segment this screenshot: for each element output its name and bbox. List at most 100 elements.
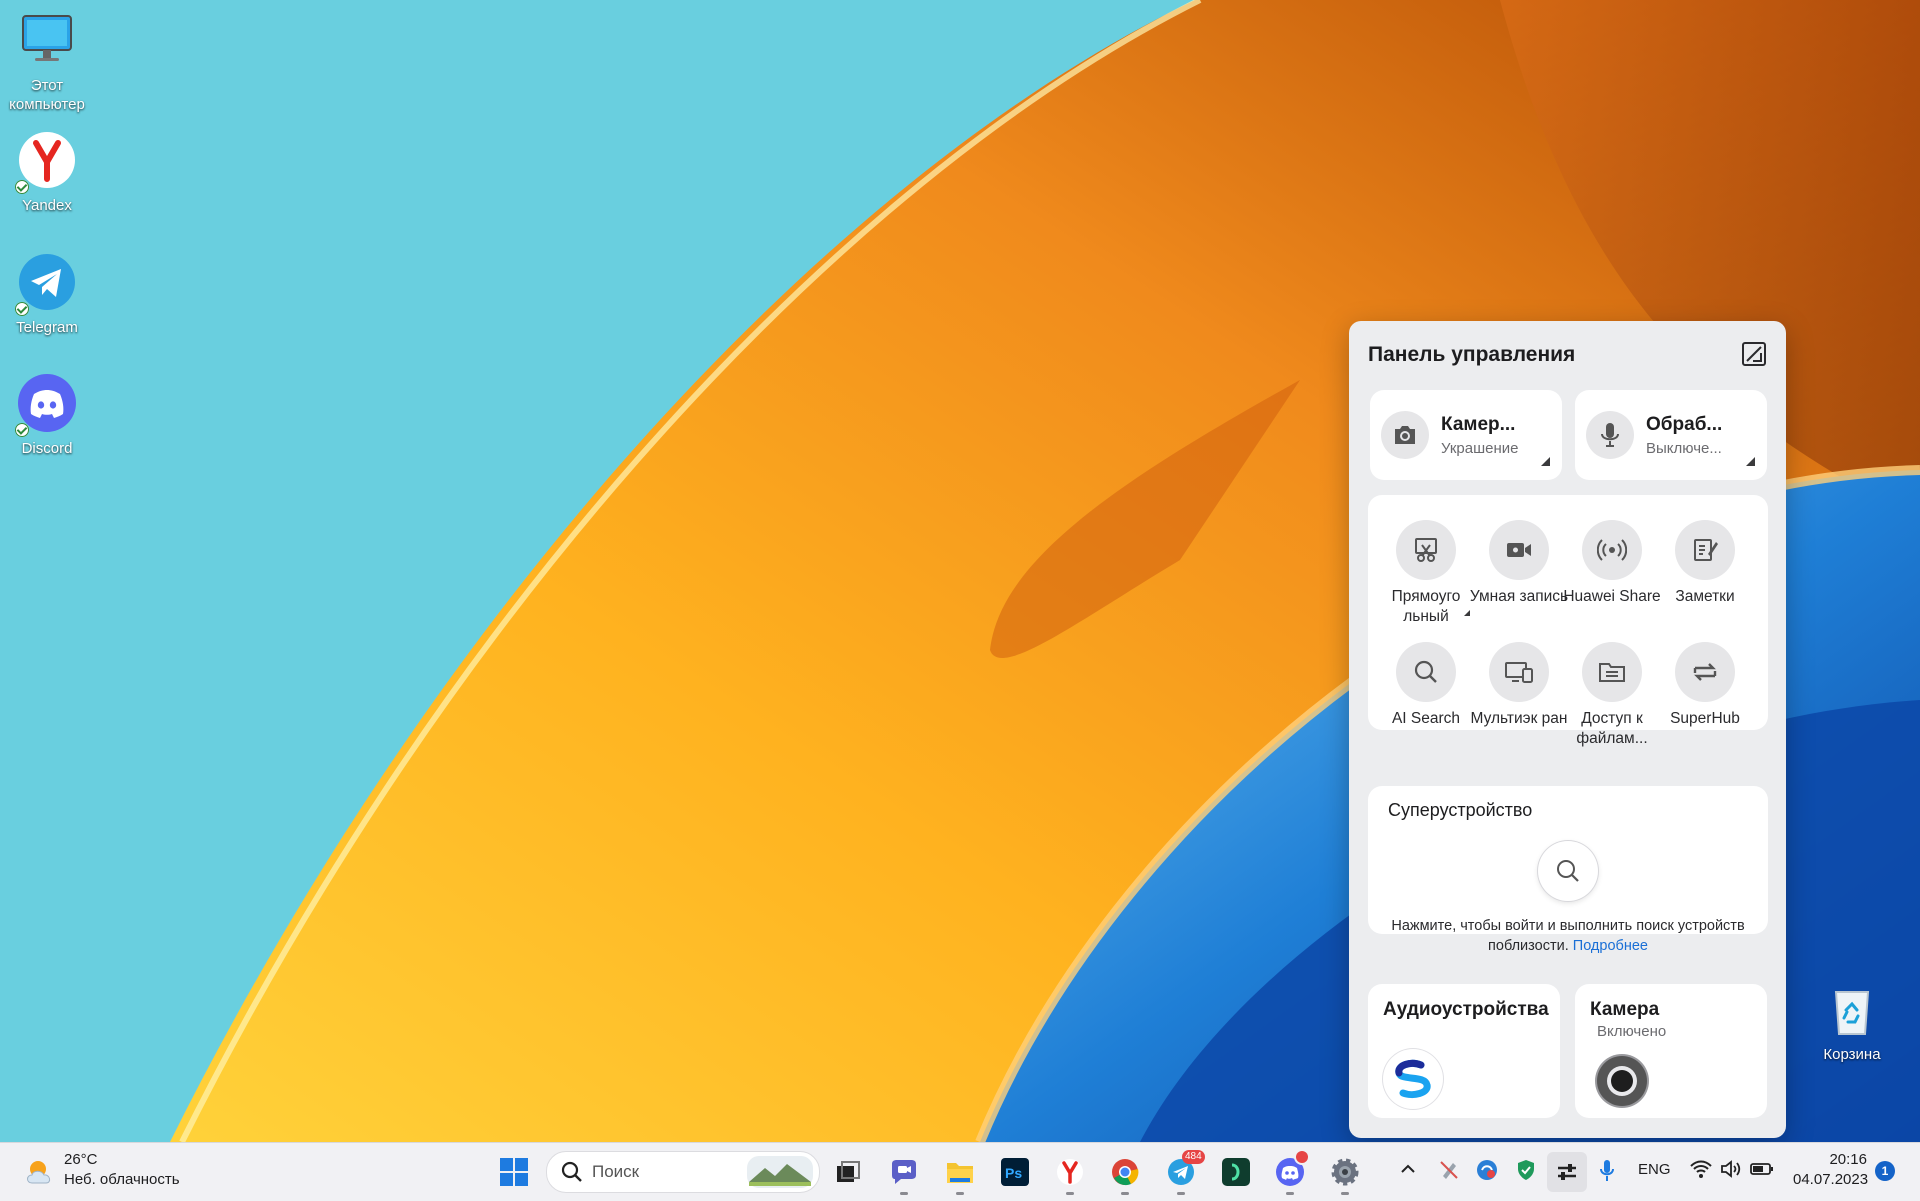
control-panel: Панель управления Камер... Украшение Обр… [1349,321,1786,1138]
shield-icon [1518,1160,1534,1180]
battery-icon [1750,1163,1773,1175]
tile-file-access[interactable]: Доступ к файлам... [1562,642,1662,749]
tile-label: Доступ к файлам... [1576,710,1648,747]
desktop-icon-recycle-bin[interactable]: Корзина [1804,980,1900,1063]
battery-tray[interactable] [1750,1159,1774,1184]
collapse-icon[interactable] [1741,341,1767,367]
microphone-tray[interactable] [1598,1159,1616,1188]
sync-status-icon [15,423,29,437]
desktop-icon-label: Discord [21,440,73,457]
chrome-icon [1112,1159,1139,1186]
weather-widget[interactable]: 26°C Неб. облачность [20,1149,190,1195]
audio-devices-card[interactable]: Аудиоустройства [1368,984,1560,1118]
show-hidden-icons[interactable] [1398,1159,1418,1184]
tile-ai-search[interactable]: AI Search [1376,642,1476,729]
yandex-browser-button[interactable] [1050,1152,1090,1195]
notes-icon [1675,520,1735,580]
security-tray[interactable] [1516,1159,1536,1186]
app-button[interactable] [1216,1152,1256,1192]
svg-text:Ps: Ps [1005,1165,1022,1181]
task-view-button[interactable] [828,1152,868,1192]
multiscreen-icon [1489,642,1549,702]
wifi-icon [1690,1160,1712,1178]
file-explorer-button[interactable] [940,1152,980,1195]
camera-card[interactable]: Камера Включено [1575,984,1767,1118]
camera-effects-button[interactable]: Камер... Украшение [1370,390,1562,480]
desktop-icon-this-pc[interactable]: Этот компьютер [0,10,95,114]
running-indicator [1341,1192,1349,1195]
photoshop-button[interactable]: Ps [995,1152,1035,1192]
discord-button[interactable] [1270,1151,1310,1195]
tile-label: Умная запись [1469,588,1569,605]
tile-superhub[interactable]: SuperHub [1655,642,1755,729]
camera-icon [1381,411,1429,459]
tray-app-1[interactable] [1438,1159,1460,1186]
panel-title: Панель управления [1368,343,1576,366]
taskbar-search[interactable]: Поиск [546,1151,820,1193]
tile-notes[interactable]: Заметки [1655,520,1755,607]
discord-icon [15,373,77,437]
clock-time: 20:16 [1829,1151,1867,1168]
language-indicator[interactable]: ENG [1638,1161,1671,1178]
tile-multiscreen[interactable]: Мультиэк ран [1469,642,1569,729]
screenshot-icon [1396,520,1456,580]
chevron-up-icon [1401,1164,1415,1173]
more-link[interactable]: Подробнее [1573,938,1648,954]
search-icon [1396,642,1456,702]
superdevice-title: Суперустройство [1388,800,1533,820]
tile-smart-record[interactable]: Умная запись [1469,520,1569,607]
sync-status-icon [15,302,29,316]
telegram-button[interactable]: 484 [1161,1150,1205,1195]
expand-indicator-icon [1464,610,1470,616]
control-panel-tray-button[interactable] [1547,1152,1587,1192]
search-icon [561,1161,582,1182]
audio-processing-subtitle: Выключе... [1646,439,1722,457]
taskbar: 26°C Неб. облачность Поиск Ps 484 ENG 20… [0,1142,1920,1201]
desktop-icon-yandex[interactable]: Yandex [0,130,95,215]
clock-date: 04.07.2023 [1793,1171,1869,1188]
sync-status-icon [15,180,29,194]
folder-icon [947,1163,973,1183]
teams-button[interactable] [884,1152,924,1195]
audio-device-icon[interactable] [1383,1049,1443,1109]
yandex-icon [1057,1159,1083,1185]
weather-temp: 26°C [64,1151,98,1168]
running-indicator [1286,1192,1294,1195]
wifi-tray[interactable] [1690,1159,1712,1184]
running-indicator [956,1192,964,1195]
search-highlight-image [747,1156,813,1188]
tile-label: Мультиэк ран [1470,710,1568,727]
start-button[interactable] [494,1152,534,1192]
microphone-icon [1600,1160,1614,1181]
clock[interactable]: 20:16 04.07.2023 [1793,1150,1869,1190]
telegram-icon [15,252,77,316]
quick-actions-grid: Прямоуго льный Умная запись Huawei Share… [1368,495,1768,747]
task-view-icon [837,1161,860,1182]
desktop-icon-discord[interactable]: Discord [0,373,95,458]
search-placeholder: Поиск [592,1162,640,1181]
tile-label: Прямоуго льный [1391,588,1461,625]
search-icon[interactable] [1538,841,1598,901]
superdevice-card[interactable]: Суперустройство Нажмите, чтобы войти и в… [1368,786,1768,954]
app-icon [1222,1158,1250,1186]
audio-processing-button[interactable]: Обраб... Выключе... [1575,390,1767,480]
expand-indicator-icon [1541,457,1550,466]
recycle-bin-label: Корзина [1823,1046,1881,1063]
volume-tray[interactable] [1720,1159,1742,1184]
tile-huawei-share[interactable]: Huawei Share [1562,520,1662,607]
camera-title: Камера [1590,999,1660,1020]
weather-desc: Неб. облачность [64,1171,180,1188]
camera-effects-title: Камер... [1441,413,1516,435]
superdevice-hint-block: Нажмите, чтобы войти и выполнить поиск у… [1388,916,1748,956]
chrome-button[interactable] [1105,1152,1145,1195]
expand-indicator-icon [1746,457,1755,466]
audio-devices-title: Аудиоустройства [1383,999,1549,1020]
tile-rect-screenshot[interactable]: Прямоуго льный [1376,520,1476,627]
tray-app-2[interactable] [1476,1159,1498,1186]
camera-lens-icon[interactable] [1597,1056,1647,1106]
notification-count-badge[interactable]: 1 [1875,1161,1895,1181]
desktop-icon-telegram[interactable]: Telegram [0,252,95,337]
settings-button[interactable] [1325,1152,1365,1195]
photoshop-icon: Ps [1001,1158,1029,1186]
tile-label: SuperHub [1670,710,1740,727]
